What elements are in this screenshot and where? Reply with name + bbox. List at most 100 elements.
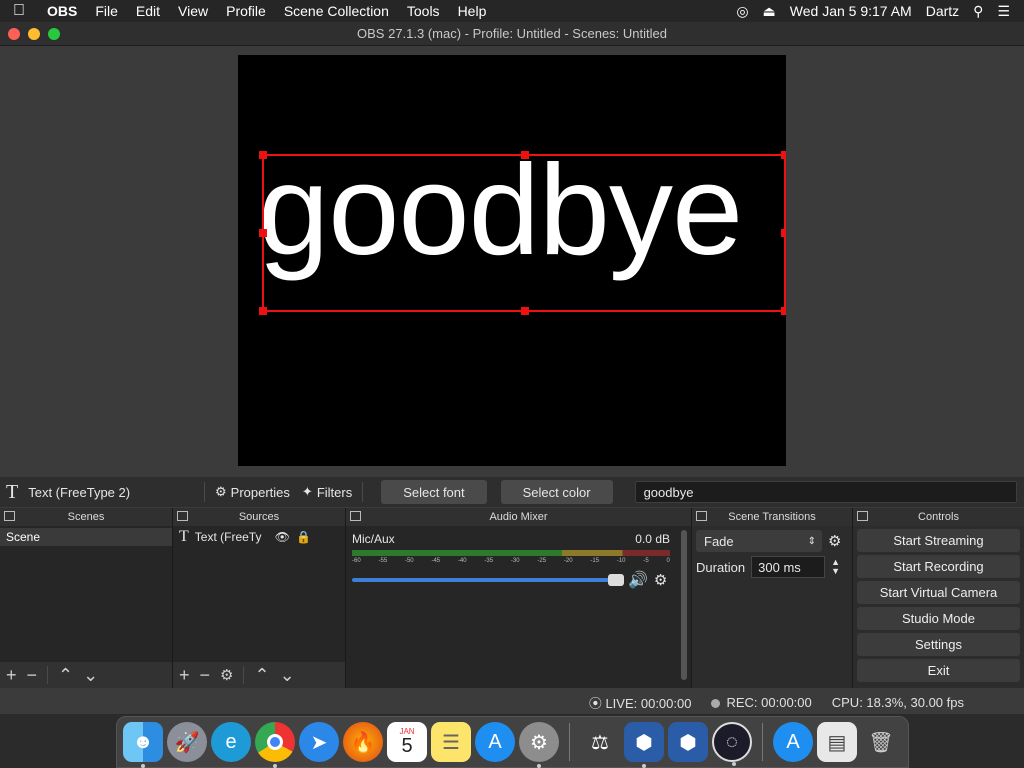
meter-tick: -50 [404, 558, 414, 564]
source-toolbar: T Text (FreeType 2) ⚙ Properties ✦ Filte… [0, 477, 1024, 507]
menu-edit[interactable]: Edit [127, 0, 169, 22]
float-dock-icon[interactable] [857, 511, 868, 521]
menubar:  OBS File Edit View Profile Scene Colle… [0, 0, 1024, 22]
audio-mixer-dock: Audio Mixer Mic/Aux 0.0 dB -60 -55 -50 -… [346, 508, 692, 688]
calendar-day: 5 [401, 735, 413, 757]
move-source-up-button[interactable]: ⌃ [254, 665, 269, 686]
resize-handle-right[interactable] [781, 229, 786, 237]
rec-status: REC: 00:00:00 [711, 695, 812, 710]
properties-button[interactable]: ⚙ Properties [209, 484, 296, 500]
chrome-icon[interactable] [255, 722, 295, 768]
document-icon[interactable]: ▤ [817, 722, 857, 762]
settings-button[interactable]: Settings [857, 633, 1020, 656]
preview-canvas[interactable]: goodbye [238, 55, 786, 466]
launchpad-icon[interactable]: 🚀 [167, 722, 207, 762]
resize-handle-bottom-right[interactable] [781, 307, 786, 315]
resize-handle-bottom[interactable] [521, 307, 529, 315]
menu-file[interactable]: File [86, 0, 127, 22]
resize-handle-bottom-left[interactable] [259, 307, 267, 315]
add-source-button[interactable]: + [179, 665, 190, 686]
select-color-button[interactable]: Select color [500, 480, 613, 504]
duration-spinbox[interactable]: 300 ms [751, 556, 826, 578]
source-text-field[interactable]: goodbye [634, 481, 1017, 503]
transition-gear-icon[interactable]: ⚙ [828, 532, 841, 550]
speaker-mute-icon[interactable]: 🔊 [628, 570, 648, 590]
exit-button[interactable]: Exit [857, 659, 1020, 682]
eject-icon[interactable]: ⏏ [763, 3, 776, 20]
zoom-window-button[interactable] [48, 27, 60, 40]
float-dock-icon[interactable] [177, 511, 188, 521]
start-recording-button[interactable]: Start Recording [857, 555, 1020, 578]
start-virtual-camera-button[interactable]: Start Virtual Camera [857, 581, 1020, 604]
finder-icon[interactable]: ☻ [123, 722, 163, 768]
meter-tick: -20 [563, 558, 573, 564]
app-store-icon[interactable]: A [475, 722, 515, 762]
resize-handle-left[interactable] [259, 229, 267, 237]
studio-mode-button[interactable]: Studio Mode [857, 607, 1020, 630]
control-center-icon[interactable]: ☰ [997, 3, 1010, 20]
float-dock-icon[interactable] [696, 511, 707, 521]
utility-icon[interactable]: ⚖ [580, 722, 620, 762]
meter-ticks: -60 -55 -50 -45 -40 -35 -30 -25 -20 -15 … [352, 558, 670, 564]
filters-button[interactable]: ✦ Filters [296, 484, 358, 500]
minimize-window-button[interactable] [28, 27, 40, 40]
docks-row: Scenes Scene + − ⌃ ⌄ Sources T Text (Fre… [0, 508, 1024, 688]
text-source-icon: T [6, 480, 19, 503]
resize-handle-top-right[interactable] [781, 151, 786, 159]
remove-source-button[interactable]: − [200, 665, 211, 686]
select-font-button[interactable]: Select font [381, 480, 487, 504]
obs-status-icon[interactable]: ◎ [736, 3, 748, 20]
audio-mixer-title: Audio Mixer [489, 511, 548, 523]
volume-slider-knob[interactable] [608, 574, 624, 586]
menu-view[interactable]: View [169, 0, 217, 22]
scenes-dock-title: Scenes [67, 511, 105, 523]
float-dock-icon[interactable] [4, 511, 15, 521]
remove-scene-button[interactable]: − [27, 665, 38, 686]
visibility-eye-icon[interactable]: 👁 [275, 530, 290, 544]
notes-icon[interactable]: ☰ [431, 722, 471, 762]
add-scene-button[interactable]: + [6, 665, 17, 686]
running-indicator [537, 764, 541, 768]
selection-box[interactable] [259, 151, 786, 315]
transition-type-select[interactable]: Fade ⇕ [696, 530, 822, 552]
trash-icon[interactable]: 🗑 [861, 722, 901, 762]
applications-folder-icon[interactable]: A [773, 722, 813, 762]
cpu-fps-readout: CPU: 18.3%, 30.00 fps [831, 694, 964, 710]
filter-icon: ✦ [301, 484, 313, 499]
duration-stepper-icon[interactable]: ▲ ▼ [831, 558, 840, 576]
spotlight-search-icon[interactable]: ⚲ [973, 3, 983, 20]
move-scene-down-button[interactable]: ⌄ [83, 665, 98, 686]
resize-handle-top-left[interactable] [259, 151, 267, 159]
edge-browser-icon[interactable]: e [211, 722, 251, 762]
float-dock-icon[interactable] [350, 511, 361, 521]
source-list-item[interactable]: T Text (FreeTy 👁 🔒 [173, 527, 345, 547]
menu-scene-collection[interactable]: Scene Collection [275, 0, 398, 22]
scene-list-item[interactable]: Scene [0, 528, 172, 546]
start-streaming-button[interactable]: Start Streaming [857, 529, 1020, 552]
volume-slider[interactable] [352, 574, 624, 586]
mixer-scrollbar[interactable] [681, 530, 687, 680]
duration-label: Duration [696, 559, 746, 575]
menu-tools[interactable]: Tools [398, 0, 449, 22]
virtualbox-vm-icon[interactable]: ⬢ [668, 722, 708, 762]
safari-icon[interactable]: ➤ [299, 722, 339, 762]
gear-icon: ⚙ [215, 484, 227, 499]
apple-icon[interactable]:  [0, 2, 38, 20]
close-window-button[interactable] [8, 27, 20, 40]
obs-icon[interactable]: ◌ [712, 722, 752, 766]
source-properties-gear-icon[interactable]: ⚙ [220, 666, 233, 684]
resize-handle-top[interactable] [521, 151, 529, 159]
menu-profile[interactable]: Profile [217, 0, 275, 22]
mixer-gear-icon[interactable]: ⚙ [654, 571, 667, 589]
move-scene-up-button[interactable]: ⌃ [58, 665, 73, 686]
move-source-down-button[interactable]: ⌄ [280, 665, 295, 686]
system-preferences-icon[interactable]: ⚙ [519, 722, 559, 768]
menubar-user[interactable]: Dartz [926, 3, 959, 19]
firefox-icon[interactable]: 🔥 [343, 722, 383, 762]
virtualbox-icon[interactable]: ⬢ [624, 722, 664, 768]
lock-icon[interactable]: 🔒 [296, 530, 311, 544]
menu-app-obs[interactable]: OBS [38, 0, 86, 22]
calendar-icon[interactable]: JAN 5 [387, 722, 427, 762]
menu-help[interactable]: Help [449, 0, 496, 22]
menubar-clock[interactable]: Wed Jan 5 9:17 AM [790, 3, 912, 19]
